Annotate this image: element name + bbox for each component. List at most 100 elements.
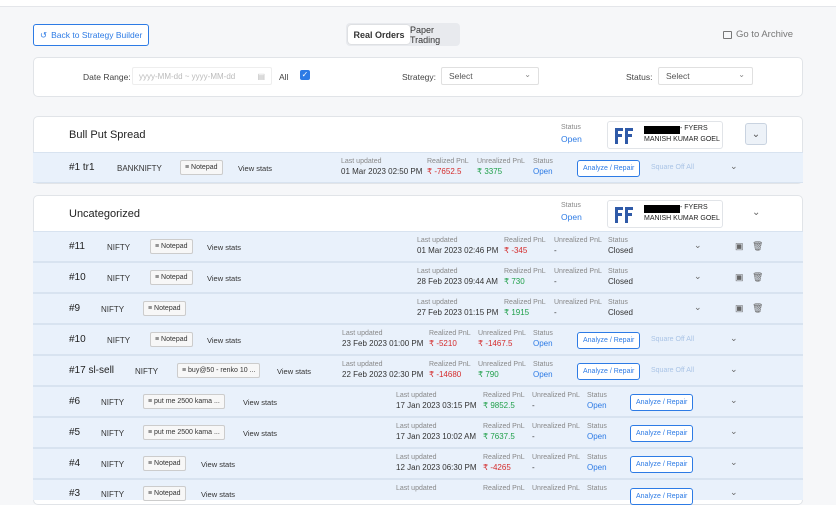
archive-icon — [723, 30, 732, 39]
strategy-label: Strategy: — [402, 72, 437, 82]
notepad-button[interactable]: ≡ Notepad — [143, 486, 186, 501]
last-updated: Last updated 12 Jan 2023 06:30 PM — [396, 454, 477, 472]
last-updated: Last updated 22 Feb 2023 02:30 PM — [342, 361, 424, 379]
square-off-all-button[interactable]: Square Off All — [651, 367, 694, 374]
group-title: Uncategorized — [69, 208, 140, 220]
trash-icon[interactable]: 🗑 — [752, 272, 763, 283]
analyze-repair-button[interactable]: Analyze / Repair — [577, 363, 641, 380]
realized-pnl: Realized PnL ₹ -345 — [504, 237, 546, 255]
all-checkbox[interactable]: ✓ — [300, 70, 310, 80]
chevron-down-icon[interactable]: ⌄ — [730, 487, 738, 498]
row-status: Status Closed — [608, 299, 633, 317]
date-range-input[interactable]: yyyy-MM-dd ~ yyyy-MM-dd ▤ — [132, 67, 272, 85]
table-row[interactable]: #17 sl-sell NIFTY ≡ buy@50 - renko 10 ..… — [33, 355, 803, 386]
view-stats-link[interactable]: View stats — [243, 429, 277, 438]
realized-pnl: Realized PnL ₹ 1915 — [504, 299, 546, 317]
view-stats-link[interactable]: View stats — [207, 274, 241, 283]
unrealized-pnl: Unrealized PnL ₹ 790 — [478, 361, 526, 379]
strategy-select[interactable]: Select ⌄ — [441, 67, 539, 85]
chevron-down-icon[interactable]: ⌄ — [730, 457, 738, 468]
notepad-button[interactable]: ≡ Notepad — [150, 239, 193, 254]
chevron-down-icon[interactable]: ⌄ — [730, 333, 738, 344]
view-stats-link[interactable]: View stats — [238, 164, 272, 173]
archive-icon[interactable]: ▣ — [735, 272, 744, 283]
table-row[interactable]: #1 tr1 BANKNIFTY ≡ Notepad View stats La… — [33, 152, 803, 183]
view-stats-link[interactable]: View stats — [243, 398, 277, 407]
status-select[interactable]: Select ⌄ — [658, 67, 753, 85]
go-to-archive-link[interactable]: Go to Archive — [723, 29, 793, 40]
expand-group-button[interactable]: ⌄ — [745, 123, 767, 145]
realized-pnl: Realized PnL ₹ 9852.5 — [483, 392, 525, 410]
view-stats-link[interactable]: View stats — [201, 490, 235, 499]
chevron-down-icon[interactable]: ⌄ — [730, 364, 738, 375]
analyze-repair-button[interactable]: Analyze / Repair — [577, 332, 641, 349]
table-row[interactable]: #10 NIFTY ≡ Notepad View stats Last upda… — [33, 324, 803, 355]
row-status: Status Open — [533, 158, 553, 176]
realized-pnl: Realized PnL ₹ -5210 — [429, 330, 471, 348]
row-status: Status Open — [533, 361, 553, 379]
last-updated: Last updated 17 Jan 2023 03:15 PM — [396, 392, 477, 410]
chevron-down-icon[interactable]: ⌄ — [694, 271, 702, 282]
chevron-down-icon: ⌄ — [524, 70, 531, 79]
chevron-down-icon[interactable]: ⌄ — [730, 395, 738, 406]
notepad-button[interactable]: ≡ put me 2500 kama ... — [143, 425, 225, 440]
table-row[interactable]: #5 NIFTY ≡ put me 2500 kama ... View sta… — [33, 417, 803, 448]
realized-pnl: Realized PnL ₹ -4265 — [483, 454, 525, 472]
all-label: All — [279, 72, 289, 82]
analyze-repair-button[interactable]: Analyze / Repair — [630, 394, 694, 411]
row-status: Status Closed — [608, 237, 633, 255]
row-status: Status — [587, 485, 607, 492]
analyze-repair-button[interactable]: Analyze / Repair — [630, 425, 694, 442]
unrealized-pnl: Unrealized PnL - — [554, 268, 602, 286]
order-type-toggle: Real Orders Paper Trading — [346, 23, 460, 46]
table-row[interactable]: #10 NIFTY ≡ Notepad View stats Last upda… — [33, 262, 803, 293]
broker-card: - FYERS MANISH KUMAR GOEL — [607, 121, 723, 149]
table-row[interactable]: #6 NIFTY ≡ put me 2500 kama ... View sta… — [33, 386, 803, 417]
table-row[interactable]: #9 NIFTY ≡ Notepad Last updated 27 Feb 20… — [33, 293, 803, 324]
archive-icon[interactable]: ▣ — [735, 303, 744, 314]
view-stats-link[interactable]: View stats — [207, 243, 241, 252]
chevron-down-icon[interactable]: ⌄ — [694, 302, 702, 313]
back-to-strategy-builder-button[interactable]: ↺ Back to Strategy Builder — [33, 24, 150, 46]
fyers-logo-icon — [615, 128, 633, 144]
square-off-all-button[interactable]: Square Off All — [651, 164, 694, 171]
view-stats-link[interactable]: View stats — [201, 460, 235, 469]
notepad-button[interactable]: ≡ Notepad — [150, 270, 193, 285]
view-stats-link[interactable]: View stats — [207, 336, 241, 345]
unrealized-pnl: Unrealized PnL - — [532, 454, 580, 472]
broker-card: - FYERS MANISH KUMAR GOEL — [607, 200, 723, 228]
table-row[interactable]: #11 NIFTY ≡ Notepad View stats Last upda… — [33, 231, 803, 262]
unrealized-pnl: Unrealized PnL ₹ 3375 — [477, 158, 525, 176]
table-row[interactable]: #4 NIFTY ≡ Notepad View stats Last updat… — [33, 448, 803, 479]
chevron-down-icon: ⌄ — [751, 128, 761, 140]
notepad-button[interactable]: ≡ Notepad — [150, 332, 193, 347]
calendar-icon: ▤ — [257, 72, 265, 81]
last-updated: Last updated 28 Feb 2023 09:44 AM — [417, 268, 498, 286]
chevron-down-icon[interactable]: ⌄ — [730, 426, 738, 437]
notepad-button[interactable]: ≡ buy@50 - renko 10 ... — [177, 363, 261, 378]
chevron-down-icon[interactable]: ⌄ — [752, 207, 760, 218]
archive-icon[interactable]: ▣ — [735, 241, 744, 252]
analyze-repair-button[interactable]: Analyze / Repair — [577, 160, 641, 177]
unrealized-pnl: Unrealized PnL - — [532, 392, 580, 410]
tab-paper-trading[interactable]: Paper Trading — [410, 25, 458, 45]
table-row[interactable]: #3 NIFTY ≡ Notepad View stats Last updat… — [33, 479, 803, 505]
realized-pnl: Realized PnL ₹ 7637.5 — [483, 423, 525, 441]
notepad-button[interactable]: ≡ Notepad — [180, 160, 223, 175]
notepad-button[interactable]: ≡ put me 2500 kama ... — [143, 394, 225, 409]
analyze-repair-button[interactable]: Analyze / Repair — [630, 456, 694, 473]
trash-icon[interactable]: 🗑 — [752, 241, 763, 252]
trash-icon[interactable]: 🗑 — [752, 303, 763, 314]
analyze-repair-button[interactable]: Analyze / Repair — [630, 488, 694, 505]
tab-real-orders[interactable]: Real Orders — [348, 25, 410, 44]
chevron-down-icon[interactable]: ⌄ — [730, 161, 738, 172]
notepad-button[interactable]: ≡ Notepad — [143, 456, 186, 471]
chevron-down-icon[interactable]: ⌄ — [694, 240, 702, 251]
realized-pnl: Realized PnL ₹ -14680 — [429, 361, 471, 379]
realized-pnl: Realized PnL — [483, 485, 525, 492]
square-off-all-button[interactable]: Square Off All — [651, 336, 694, 343]
last-updated: Last updated — [396, 485, 437, 492]
view-stats-link[interactable]: View stats — [277, 367, 311, 376]
notepad-button[interactable]: ≡ Notepad — [143, 301, 186, 316]
row-status: Status Closed — [608, 268, 633, 286]
